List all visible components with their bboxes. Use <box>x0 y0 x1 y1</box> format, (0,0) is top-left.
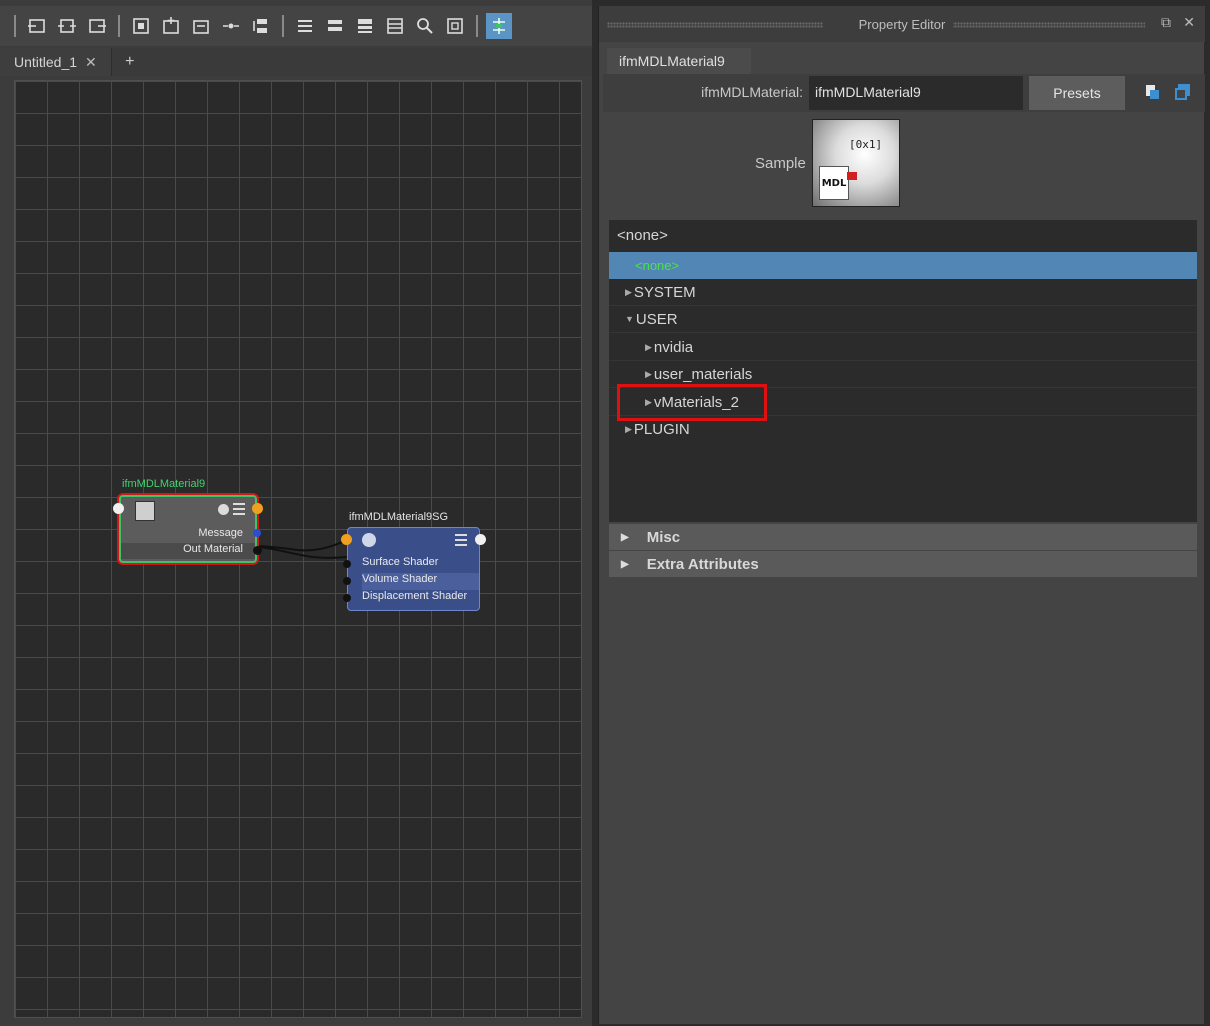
material-input-port[interactable] <box>113 503 124 514</box>
float-window-icon[interactable]: ⧉ <box>1161 14 1171 31</box>
close-icon[interactable]: ✕ <box>85 54 97 71</box>
list-item-plugin[interactable]: ▶ PLUGIN <box>609 416 1197 443</box>
connected-mode-icon[interactable] <box>322 13 348 39</box>
settings-icon[interactable] <box>218 504 229 515</box>
node-editor-panel: Untitled_1 ✕ + ifmMDLMaterial9 Message O… <box>0 0 592 1026</box>
expand-icon: ▶ <box>645 396 652 407</box>
grid-snap-icon[interactable] <box>486 13 512 39</box>
section-extra-attributes[interactable]: ▶ Extra Attributes <box>609 551 1197 577</box>
swatch-text: [0x1] <box>849 138 883 151</box>
toolbar-separator <box>282 15 284 37</box>
menu-icon[interactable] <box>233 503 245 515</box>
snapshot-icon[interactable] <box>442 13 468 39</box>
sample-label: Sample <box>755 155 806 172</box>
expand-icon: ▶ <box>645 368 652 379</box>
material-attribute-row: ifmMDLMaterial: ifmMDLMaterial9 Presets <box>603 74 1205 112</box>
port-volume-shader: Volume Shader <box>362 573 479 590</box>
displacement-shader-port[interactable] <box>343 594 351 602</box>
connection-wire <box>252 539 348 559</box>
expand-icon: ▶ <box>645 341 652 352</box>
copy-tab-icon[interactable] <box>1175 84 1191 100</box>
surface-shader-port[interactable] <box>343 560 351 568</box>
sg-input-port[interactable] <box>341 534 352 545</box>
pin-icon[interactable] <box>218 13 244 39</box>
section-misc[interactable]: ▶ Misc <box>609 524 1197 550</box>
expand-icon: ▶ <box>625 286 632 297</box>
expand-icon: ▶ <box>621 558 629 570</box>
search-icon[interactable] <box>412 13 438 39</box>
shading-group-icon <box>362 533 376 547</box>
simple-mode-icon[interactable] <box>292 13 318 39</box>
list-item-none[interactable]: <none> <box>609 252 1197 279</box>
arrow-icon <box>847 172 857 180</box>
shading-group-node[interactable]: Surface Shader Volume Shader Displacemen… <box>341 527 486 611</box>
add-node-icon[interactable] <box>158 13 184 39</box>
list-item-nvidia[interactable]: ▶ nvidia <box>609 334 1197 361</box>
toolbar-separator <box>14 15 16 37</box>
property-editor-header: Property Editor ⧉ ✕ <box>599 6 1205 42</box>
list-item-none-header[interactable]: <none> <box>609 222 1197 249</box>
full-mode-icon[interactable] <box>352 13 378 39</box>
port-surface-shader: Surface Shader <box>362 556 439 568</box>
graph-input-icon[interactable] <box>24 13 50 39</box>
port-displacement-shader: Displacement Shader <box>362 590 468 602</box>
node-graph-canvas[interactable]: ifmMDLMaterial9 Message Out Material ifm… <box>14 80 582 1018</box>
toolbar-separator <box>118 15 120 37</box>
window-title: Property Editor <box>850 16 954 32</box>
list-item-user-materials[interactable]: ▶ user_materials <box>609 361 1197 388</box>
drag-grip[interactable] <box>927 22 1145 28</box>
tab-untitled-1[interactable]: Untitled_1 ✕ <box>0 48 112 76</box>
node-editor-toolbar <box>0 6 592 46</box>
close-icon[interactable]: ✕ <box>1183 14 1195 31</box>
graph-output-icon[interactable] <box>84 13 110 39</box>
out-material-port[interactable] <box>253 546 262 555</box>
tab-label: Untitled_1 <box>14 54 78 70</box>
property-editor-empty-area <box>609 580 1197 1024</box>
material-name-field[interactable]: ifmMDLMaterial9 <box>809 76 1023 110</box>
property-editor-panel: Property Editor ⧉ ✕ ifmMDLMaterial9 ifmM… <box>598 6 1205 1024</box>
mdl-badge: MDL <box>821 177 847 189</box>
material-swatch[interactable]: [0x1] MDL <box>812 119 900 207</box>
list-item-user[interactable]: ▼ USER <box>609 306 1197 333</box>
graph-tab-strip: Untitled_1 ✕ + <box>0 48 592 76</box>
toolbar-separator <box>476 15 478 37</box>
port-out-material: Out Material <box>121 543 255 559</box>
layout-icon[interactable] <box>248 13 274 39</box>
menu-icon[interactable] <box>455 534 467 546</box>
sg-output-port[interactable] <box>475 534 486 545</box>
port-message: Message <box>198 527 243 539</box>
mdl-file-icon: MDL <box>819 166 849 200</box>
material-node[interactable]: Message Out Material <box>113 495 263 563</box>
remove-node-icon[interactable] <box>188 13 214 39</box>
material-output-port[interactable] <box>252 503 263 514</box>
list-item-vmaterials-2[interactable]: ▶ vMaterials_2 <box>609 389 1197 416</box>
presets-button[interactable]: Presets <box>1029 76 1125 110</box>
graph-input-output-icon[interactable] <box>54 13 80 39</box>
expand-icon: ▶ <box>621 531 629 543</box>
notes-icon[interactable] <box>1145 84 1161 100</box>
custom-mode-icon[interactable] <box>382 13 408 39</box>
material-label: ifmMDLMaterial: <box>701 84 803 100</box>
add-tab-button[interactable]: + <box>112 48 148 76</box>
collapse-icon: ▼ <box>625 314 634 324</box>
volume-shader-port[interactable] <box>343 577 351 585</box>
expand-icon: ▶ <box>625 424 632 434</box>
tab-ifmmdlmaterial9[interactable]: ifmMDLMaterial9 <box>607 48 751 74</box>
material-node-icon <box>135 501 155 521</box>
material-node-title: ifmMDLMaterial9 <box>122 478 206 490</box>
mdl-browser-list: <none> <none> ▶ SYSTEM ▼ USER ▶ nvidia ▶ use… <box>609 220 1197 522</box>
frame-all-icon[interactable] <box>128 13 154 39</box>
list-item-system[interactable]: ▶ SYSTEM <box>609 279 1197 306</box>
drag-grip[interactable] <box>607 22 823 28</box>
sg-node-title: ifmMDLMaterial9SG <box>349 511 449 523</box>
message-port[interactable] <box>253 529 261 537</box>
